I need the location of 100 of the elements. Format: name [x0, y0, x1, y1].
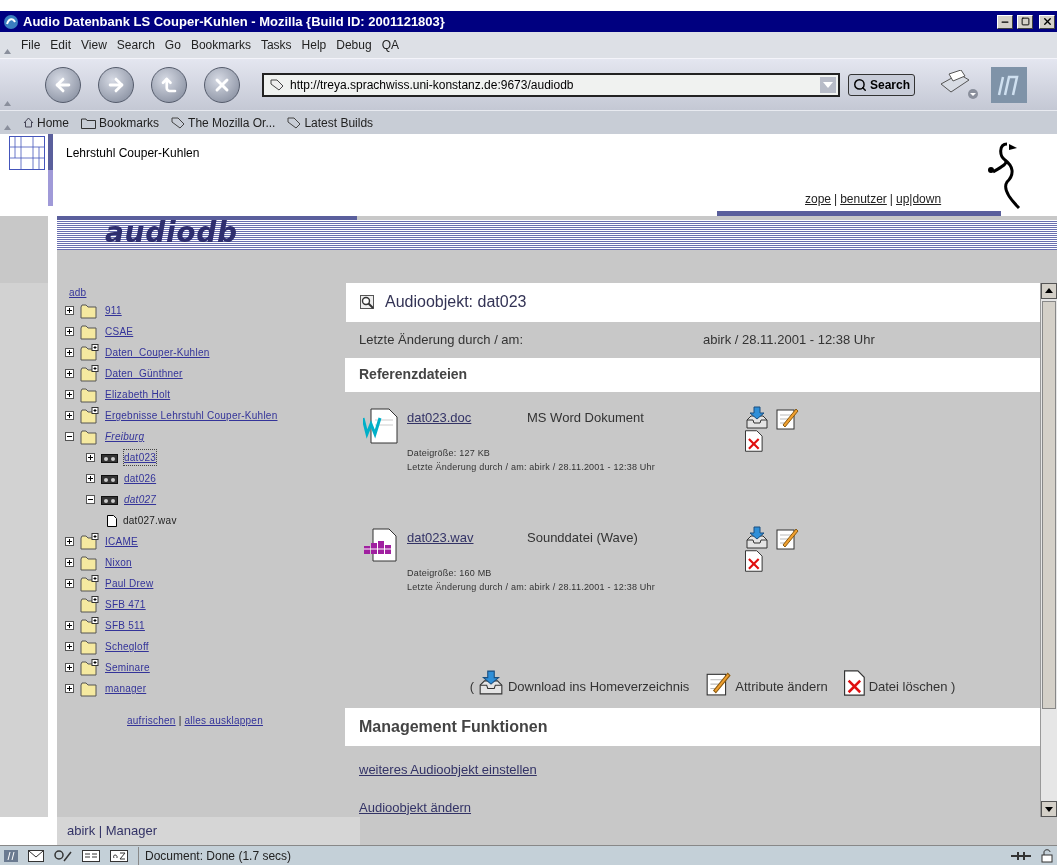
grippy-icon[interactable]: [4, 125, 11, 130]
tree-link[interactable]: dat027: [124, 492, 157, 507]
back-button[interactable]: [45, 66, 81, 103]
composer-icon[interactable]: [54, 849, 72, 862]
tree-link[interactable]: 911: [105, 303, 122, 318]
delete-icon[interactable]: [843, 670, 865, 697]
expand-icon[interactable]: [65, 663, 74, 672]
bookmark-item[interactable]: Latest Builds: [287, 113, 374, 132]
tree-action-link[interactable]: aufrischen: [127, 713, 176, 728]
minimize-button[interactable]: [997, 14, 1013, 29]
tree-link[interactable]: SFB 511: [105, 618, 145, 633]
expand-icon[interactable]: [65, 327, 74, 336]
search-button[interactable]: Search: [848, 73, 916, 96]
bookmark-tag-icon: [270, 78, 284, 91]
page-title: Audioobjekt: dat023: [385, 292, 527, 313]
tree-link[interactable]: CSAE: [105, 324, 134, 339]
tree-link[interactable]: Ergebnisse Lehrstuhl Couper-Kuhlen: [105, 408, 278, 423]
scrollbar[interactable]: [1040, 283, 1057, 817]
status-text: Document: Done (1.7 secs): [138, 846, 1001, 865]
menu-item[interactable]: Search: [116, 36, 155, 54]
tree-link[interactable]: ICAME: [105, 534, 138, 549]
expand-icon[interactable]: [65, 621, 74, 630]
expand-icon[interactable]: [65, 579, 74, 588]
expand-icon[interactable]: [65, 306, 74, 315]
menu-item[interactable]: Debug: [336, 36, 372, 54]
reload-button[interactable]: [151, 66, 187, 103]
expand-icon[interactable]: [65, 369, 74, 378]
shared-folder-icon: [80, 575, 99, 592]
menu-item[interactable]: View: [81, 36, 107, 54]
collapse-icon[interactable]: [65, 432, 74, 441]
shared-folder-icon: [80, 407, 99, 424]
forward-button[interactable]: [98, 66, 134, 103]
tree-link[interactable]: Elizabeth Holt: [105, 387, 171, 402]
close-icon: [1041, 16, 1053, 27]
grippy-icon[interactable]: [4, 49, 11, 54]
tree-link[interactable]: dat023: [124, 450, 157, 465]
collapse-icon[interactable]: [86, 495, 95, 504]
tree-link[interactable]: Daten Couper-Kuhlen: [105, 345, 210, 360]
file-label[interactable]: dat027.wav: [123, 513, 177, 528]
menu-item[interactable]: Help: [301, 36, 327, 54]
file-icon: [107, 514, 117, 527]
expand-icon[interactable]: [65, 348, 74, 357]
stop-button[interactable]: [204, 66, 240, 103]
scroll-up-icon[interactable]: [1041, 283, 1057, 299]
tree-link[interactable]: Seminare: [105, 660, 150, 675]
expand-icon[interactable]: [65, 684, 74, 693]
file-link[interactable]: dat023.wav: [407, 527, 527, 548]
reload-arrow-icon: [160, 75, 178, 94]
download-icon[interactable]: [477, 670, 504, 697]
mail-icon[interactable]: [28, 849, 44, 862]
close-button[interactable]: [1039, 14, 1055, 29]
download-icon[interactable]: [745, 525, 769, 550]
menu-item[interactable]: Go: [164, 36, 181, 54]
download-icon[interactable]: [745, 405, 769, 430]
url-field[interactable]: http://treya.sprachwiss.uni-konstanz.de:9673/audiodb: [262, 72, 840, 97]
edit-icon[interactable]: [705, 670, 732, 697]
chat-icon[interactable]: [110, 849, 128, 862]
expand-icon[interactable]: [65, 390, 74, 399]
grippy-icon[interactable]: [4, 101, 11, 106]
scroll-down-icon[interactable]: [1041, 801, 1057, 817]
expand-icon[interactable]: [86, 474, 95, 483]
bookmark-item[interactable]: The Mozilla Or...: [171, 113, 276, 132]
address-book-icon[interactable]: [82, 849, 100, 862]
management-link[interactable]: Audioobjekt ändern: [359, 797, 472, 817]
menu-item[interactable]: Bookmarks: [190, 36, 251, 54]
tree-link[interactable]: Schegloff: [105, 639, 149, 654]
menu-item[interactable]: Tasks: [260, 36, 292, 54]
folder-icon: [80, 554, 99, 571]
menu-item[interactable]: Edit: [50, 36, 72, 54]
header-link[interactable]: up|down: [896, 190, 942, 208]
tree-action-link[interactable]: alles ausklappen: [184, 713, 263, 728]
delete-icon[interactable]: [745, 549, 763, 572]
expand-icon[interactable]: [86, 453, 95, 462]
tree-link[interactable]: Daten Günthner: [105, 366, 183, 381]
search-icon: [853, 77, 867, 92]
tree-link[interactable]: Paul Drew: [105, 576, 154, 591]
expand-icon[interactable]: [65, 411, 74, 420]
folder-icon: [80, 302, 99, 319]
tree-link[interactable]: SFB 471: [105, 597, 146, 612]
header-link[interactable]: zope: [805, 190, 832, 208]
file-link[interactable]: dat023.doc: [407, 407, 527, 428]
tree-link[interactable]: dat026: [124, 471, 157, 486]
tree-link[interactable]: manager: [105, 681, 147, 696]
last-change-value: abirk / 28.11.2001 - 12:38 Uhr: [703, 330, 875, 349]
management-link[interactable]: weiteres Audioobjekt einstellen: [359, 760, 537, 780]
tree-link[interactable]: Nixon: [105, 555, 132, 570]
header-link[interactable]: benutzer: [840, 190, 887, 208]
bookmark-item[interactable]: Home: [23, 113, 69, 132]
mozilla-icon[interactable]: [4, 849, 18, 862]
expand-icon[interactable]: [65, 558, 74, 567]
menu-item[interactable]: File: [21, 36, 41, 54]
bookmark-item[interactable]: Bookmarks: [81, 113, 160, 132]
delete-icon[interactable]: [745, 429, 763, 452]
link-separator: |: [889, 191, 893, 208]
expand-icon[interactable]: [65, 642, 74, 651]
expand-icon[interactable]: [65, 537, 74, 546]
maximize-button[interactable]: [1017, 14, 1033, 29]
tree-root[interactable]: adb: [65, 285, 91, 300]
tree-link[interactable]: Freiburg: [105, 429, 145, 444]
menu-item[interactable]: QA: [381, 36, 399, 54]
